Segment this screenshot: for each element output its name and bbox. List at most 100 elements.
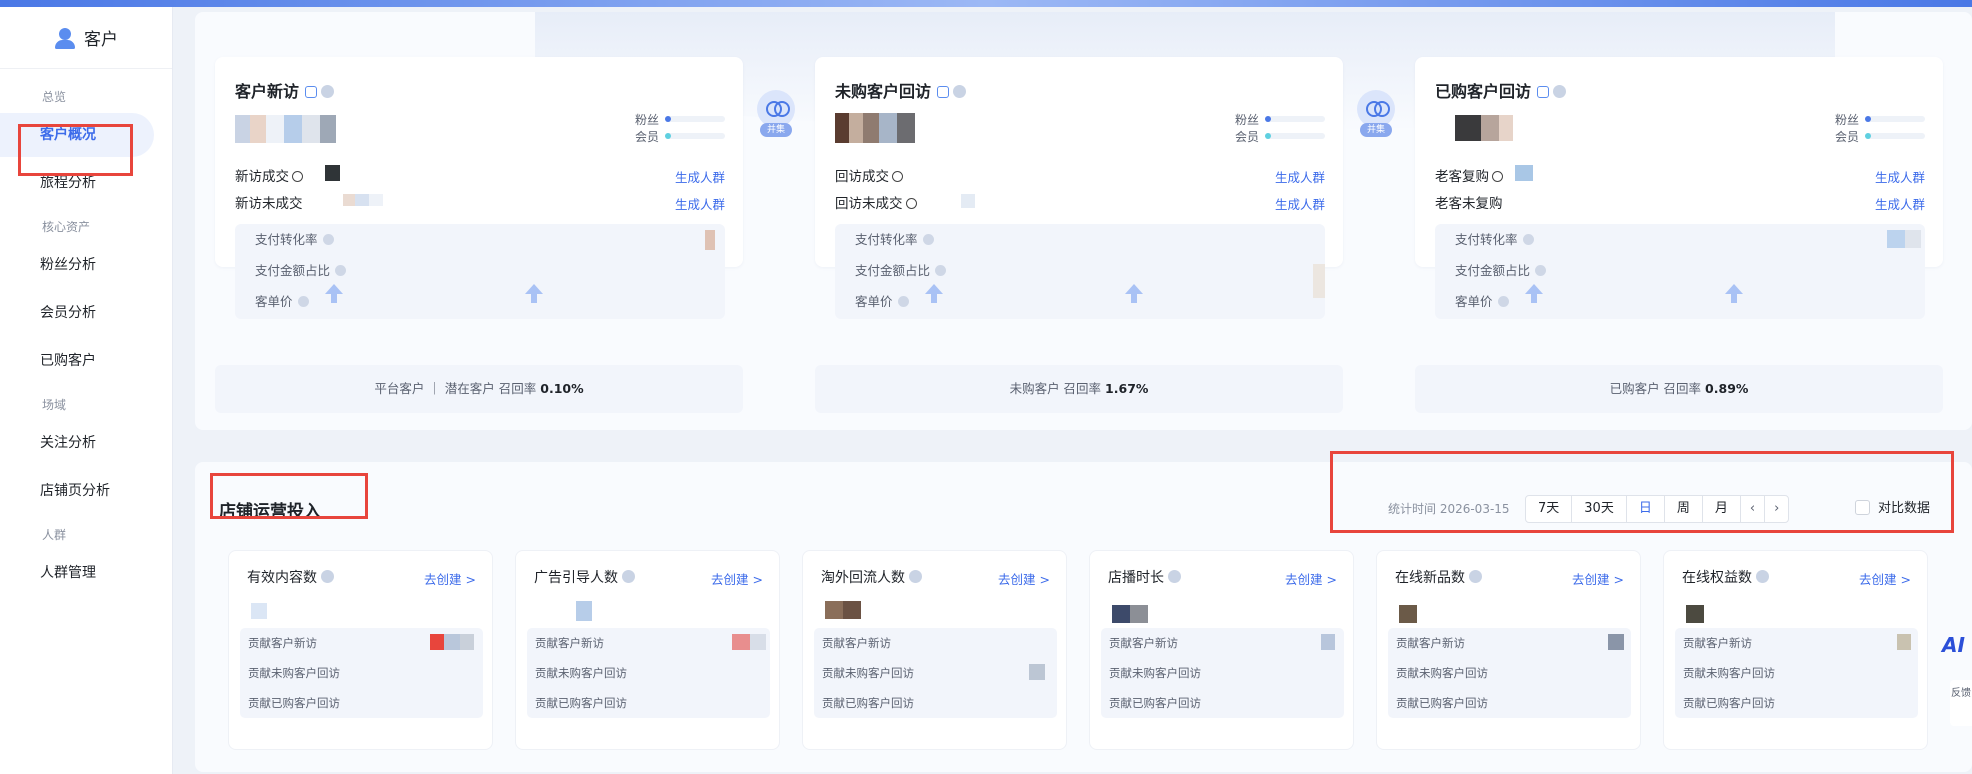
card-title: 客户新访 — [235, 78, 335, 102]
blurred-value — [1515, 165, 1533, 181]
ai-assistant-button[interactable]: AI — [1942, 633, 1972, 663]
help-icon[interactable] — [1756, 570, 1769, 583]
blurred-value — [343, 194, 383, 206]
row-label: 老客未复购 — [1435, 196, 1503, 212]
sidebar-item-journey-analysis[interactable]: 旅程分析 — [0, 161, 172, 205]
create-link[interactable]: 去创建 > — [998, 569, 1050, 588]
generate-crowd-link[interactable]: 生成人群 — [1275, 194, 1325, 213]
metric-label: 支付金额占比 — [255, 263, 331, 278]
help-icon[interactable] — [321, 570, 334, 583]
blurred-value — [1029, 664, 1045, 680]
row-unpurchased-revisit: 贡献未购客户回访 — [822, 666, 914, 680]
tab-30-days[interactable]: 30天 — [1572, 496, 1627, 522]
arrow-up-icon — [1725, 284, 1743, 303]
help-icon[interactable] — [1553, 85, 1567, 98]
recall-footer: 已购客户 召回率 0.89% — [1415, 365, 1943, 413]
help-icon[interactable] — [292, 171, 303, 182]
help-icon[interactable] — [1168, 570, 1181, 583]
legend-fans: 粉丝 — [1235, 111, 1325, 128]
help-icon[interactable] — [321, 85, 335, 98]
sidebar-group-core-assets: 核心资产 — [42, 220, 91, 234]
tab-day[interactable]: 日 — [1627, 496, 1665, 522]
row-new-visit: 贡献客户新访 — [1396, 636, 1465, 650]
union-pill-label: 并集 — [1360, 123, 1392, 137]
recall-rate-value: 0.10% — [540, 381, 584, 396]
footer-label: 未购客户 召回率 — [1009, 381, 1102, 396]
metric-label: 支付金额占比 — [1455, 263, 1531, 278]
compare-checkbox[interactable] — [1855, 500, 1870, 515]
row-purchased-revisit: 贡献已购客户回访 — [1396, 696, 1488, 710]
create-link[interactable]: 去创建 > — [424, 569, 476, 588]
sidebar-item-follow-analysis[interactable]: 关注分析 — [0, 421, 172, 465]
create-link[interactable]: 去创建 > — [711, 569, 763, 588]
sidebar-item-crowd-management[interactable]: 人群管理 — [0, 551, 172, 595]
blurred-value — [835, 113, 915, 143]
toggle-icon[interactable] — [305, 86, 318, 98]
journey-panel: 客户新访 粉丝 会员 新访成交 生成人群 新访未成交 生成人群 支付转化率 支付… — [195, 12, 1972, 430]
help-icon[interactable] — [905, 198, 917, 209]
tab-month[interactable]: 月 — [1703, 496, 1741, 522]
help-icon[interactable] — [897, 296, 909, 307]
contribution-rows: 贡献客户新访 贡献未购客户回访 贡献已购客户回访 — [1101, 628, 1344, 718]
help-icon[interactable] — [297, 296, 309, 307]
metric-payment-share: 支付金额占比 — [835, 255, 1325, 286]
sidebar-header: 客户 — [0, 7, 172, 69]
user-icon — [54, 27, 76, 49]
create-link[interactable]: 去创建 > — [1285, 569, 1337, 588]
help-icon[interactable] — [335, 265, 347, 276]
tab-week[interactable]: 周 — [1665, 496, 1703, 522]
tab-7-days[interactable]: 7天 — [1526, 496, 1573, 522]
metrics-table: 支付转化率 支付金额占比 客单价 — [1435, 224, 1925, 319]
help-icon[interactable] — [922, 234, 934, 245]
help-icon[interactable] — [1469, 570, 1482, 583]
help-icon[interactable] — [935, 265, 947, 276]
legend-label: 会员 — [1234, 130, 1259, 144]
blurred-value — [1887, 230, 1921, 248]
help-icon[interactable] — [622, 570, 635, 583]
sidebar-item-member-analysis[interactable]: 会员分析 — [0, 291, 172, 335]
blurred-value — [251, 603, 267, 619]
metric-payment-share: 支付金额占比 — [235, 255, 725, 286]
toggle-icon[interactable] — [937, 86, 950, 98]
kpi-card-ad-guided: 广告引导人数 去创建 > 贡献客户新访 贡献未购客户回访 贡献已购客户回访 — [515, 550, 780, 750]
journey-card-new-visit: 客户新访 粉丝 会员 新访成交 生成人群 新访未成交 生成人群 支付转化率 支付… — [215, 57, 743, 319]
legend-members: 会员 — [1235, 128, 1325, 145]
help-icon[interactable] — [1522, 234, 1534, 245]
generate-crowd-link[interactable]: 生成人群 — [1875, 194, 1925, 213]
create-link[interactable]: 去创建 > — [1572, 569, 1624, 588]
help-icon[interactable] — [909, 570, 922, 583]
arrow-up-icon — [325, 284, 343, 303]
compare-toggle[interactable]: 对比数据 — [1855, 495, 1930, 523]
row-label: 回访未成交 — [835, 196, 903, 212]
help-icon[interactable] — [322, 234, 334, 245]
help-icon[interactable] — [1535, 265, 1547, 276]
legend-label: 粉丝 — [1234, 113, 1259, 127]
card-title-text: 已购客户回访 — [1435, 82, 1532, 101]
kpi-title-text: 淘外回流人数 — [821, 570, 905, 586]
create-link[interactable]: 去创建 > — [1859, 569, 1911, 588]
chevron-left-icon[interactable]: ‹ — [1741, 496, 1766, 522]
sidebar-item-store-page-analysis[interactable]: 店铺页分析 — [0, 469, 172, 513]
row-new-visit: 贡献客户新访 — [822, 636, 891, 650]
help-icon[interactable] — [1492, 171, 1503, 182]
row-unpurchased-revisit: 贡献未购客户回访 — [1109, 666, 1201, 680]
union-link-icon[interactable]: 并集 — [757, 90, 795, 137]
feedback-button[interactable]: 反馈 — [1950, 680, 1972, 726]
toggle-icon[interactable] — [1537, 86, 1550, 98]
generate-crowd-link[interactable]: 生成人群 — [675, 194, 725, 213]
help-icon[interactable] — [1497, 296, 1509, 307]
sidebar-item-purchased-customers[interactable]: 已购客户 — [0, 339, 172, 383]
arrow-up-icon — [525, 284, 543, 303]
sidebar-item-fan-analysis[interactable]: 粉丝分析 — [0, 243, 172, 287]
generate-crowd-link[interactable]: 生成人群 — [1275, 167, 1325, 186]
generate-crowd-link[interactable]: 生成人群 — [675, 167, 725, 186]
help-icon[interactable] — [892, 171, 903, 182]
legend-label: 会员 — [1834, 130, 1859, 144]
recall-footer: 未购客户 召回率 1.67% — [815, 365, 1343, 413]
blurred-value — [430, 634, 474, 650]
generate-crowd-link[interactable]: 生成人群 — [1875, 167, 1925, 186]
union-link-icon[interactable]: 并集 — [1357, 90, 1395, 137]
help-icon[interactable] — [953, 85, 967, 98]
sidebar-item-customer-overview[interactable]: 客户概况 — [0, 113, 154, 157]
chevron-right-icon[interactable]: › — [1765, 496, 1788, 522]
